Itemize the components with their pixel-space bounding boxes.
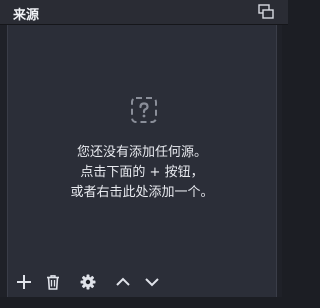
sources-list[interactable]: 您还没有添加任何源。 点击下面的 + 按钮， 或者右击此处添加一个。 xyxy=(7,25,277,297)
gear-icon xyxy=(80,274,96,290)
empty-state-line-1: 您还没有添加任何源。 xyxy=(76,145,207,160)
move-source-up-button[interactable] xyxy=(111,270,135,294)
source-properties-button[interactable] xyxy=(76,270,100,294)
empty-state-message: 您还没有添加任何源。 点击下面的 + 按钮， 或者右击此处添加一个。 xyxy=(8,143,276,203)
add-source-button[interactable] xyxy=(12,270,36,294)
empty-state-line-3: 或者右击此处添加一个。 xyxy=(70,185,214,200)
plus-icon xyxy=(17,275,31,289)
empty-state-line-2: 点击下面的 + 按钮， xyxy=(80,165,204,180)
dock-right-edge xyxy=(282,25,288,308)
dock-title: 来源 xyxy=(13,8,40,23)
dock-bottom-edge xyxy=(0,297,288,308)
remove-source-button[interactable] xyxy=(41,270,65,294)
question-mark-icon xyxy=(130,96,158,124)
undock-icon[interactable] xyxy=(258,4,274,19)
sources-dock: 来源 您还没有添加任何源。 点击下面的 + 按钮， 或者右击此处添加一个。 xyxy=(0,0,288,308)
chevron-down-icon xyxy=(145,278,159,287)
sources-toolbar xyxy=(7,266,275,298)
trash-icon xyxy=(47,275,59,290)
dock-titlebar: 来源 xyxy=(0,0,288,25)
move-source-down-button[interactable] xyxy=(140,270,164,294)
chevron-up-icon xyxy=(116,277,130,286)
